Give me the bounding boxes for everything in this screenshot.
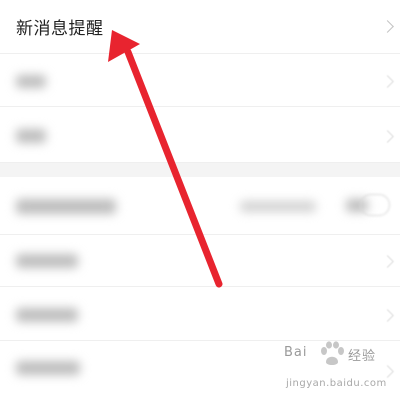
watermark-url: jingyan.baidu.com [286,378,387,389]
watermark-brand-left: Bai [284,345,308,360]
paw-logo-icon [321,341,344,365]
red-annotation-arrow [108,30,223,288]
watermark-brand-right: 经验 [348,349,377,364]
